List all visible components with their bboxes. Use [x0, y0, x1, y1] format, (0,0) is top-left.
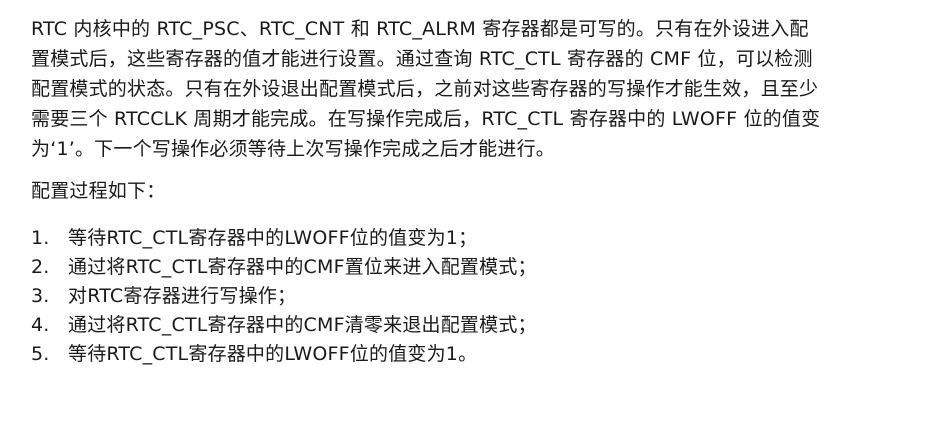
step-text: 等待RTC_CTL寄存器中的LWOFF位的值变为1；: [68, 227, 478, 249]
description-paragraph: RTC 内核中的 RTC_PSC、RTC_CNT 和 RTC_ALRM 寄存器都…: [31, 14, 911, 164]
document-body: RTC 内核中的 RTC_PSC、RTC_CNT 和 RTC_ALRM 寄存器都…: [31, 14, 911, 369]
list-item: 2. 通过将RTC_CTL寄存器中的CMF置位来进入配置模式；: [31, 253, 911, 282]
step-text: 等待RTC_CTL寄存器中的LWOFF位的值变为1。: [68, 343, 478, 365]
step-number: 4.: [31, 314, 50, 336]
step-text: 对RTC寄存器进行写操作；: [68, 285, 297, 307]
list-item: 4. 通过将RTC_CTL寄存器中的CMF清零来退出配置模式；: [31, 311, 911, 340]
step-number: 3.: [31, 285, 50, 307]
procedure-steps-list: 1. 等待RTC_CTL寄存器中的LWOFF位的值变为1； 2. 通过将RTC_…: [31, 224, 911, 369]
paragraph-line: 为‘1’。下一个写操作必须等待上次写操作完成之后才能进行。: [31, 138, 555, 160]
step-number: 1.: [31, 227, 50, 249]
step-number: 2.: [31, 256, 50, 278]
list-item: 1. 等待RTC_CTL寄存器中的LWOFF位的值变为1；: [31, 224, 911, 253]
procedure-heading: 配置过程如下：: [31, 180, 166, 202]
step-text: 通过将RTC_CTL寄存器中的CMF清零来退出配置模式；: [68, 314, 537, 336]
paragraph-line: RTC 内核中的 RTC_PSC、RTC_CNT 和 RTC_ALRM 寄存器都…: [31, 18, 809, 40]
step-text: 通过将RTC_CTL寄存器中的CMF置位来进入配置模式；: [68, 256, 537, 278]
list-item: 3. 对RTC寄存器进行写操作；: [31, 282, 911, 311]
step-number: 5.: [31, 343, 50, 365]
paragraph-line: 置模式后，这些寄存器的值才能进行设置。通过查询 RTC_CTL 寄存器的 CMF…: [31, 48, 813, 70]
paragraph-line: 需要三个 RTCCLK 周期才能完成。在写操作完成后，RTC_CTL 寄存器中的…: [31, 108, 821, 130]
paragraph-line: 配置模式的状态。只有在外设退出配置模式后，之前对这些寄存器的写操作才能生效，且至…: [31, 78, 819, 100]
list-item: 5. 等待RTC_CTL寄存器中的LWOFF位的值变为1。: [31, 340, 911, 369]
